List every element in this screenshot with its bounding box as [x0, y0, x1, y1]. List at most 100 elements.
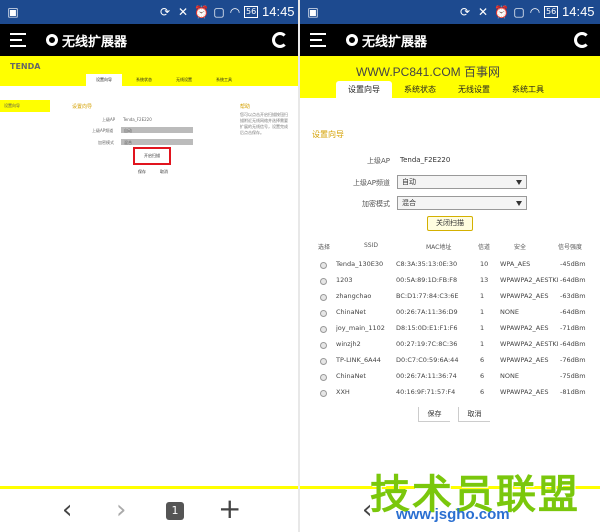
- row-radio[interactable]: [320, 310, 327, 317]
- tab-setup-wizard[interactable]: 设置向导: [336, 81, 392, 98]
- menu-icon[interactable]: [10, 33, 26, 47]
- cell-security: WPAWPA2_AES: [500, 324, 549, 332]
- cell-mac: D8:15:0D:E1:F1:F6: [396, 324, 458, 332]
- cell-security: WPAWPA2_AESTKIP: [500, 340, 558, 348]
- save-button[interactable]: 保存: [418, 407, 450, 422]
- cell-ssid: zhangchao: [336, 292, 372, 300]
- app-logo-icon: [46, 34, 58, 46]
- plus-icon[interactable]: +: [218, 495, 241, 523]
- table-row[interactable]: ChinaNet 00:26:7A:11:36:74 6 NONE -75dBm: [314, 369, 594, 385]
- cell-mac: 00:5A:89:1D:FB:F8: [396, 276, 458, 284]
- cell-security: WPA_AES: [500, 260, 531, 268]
- cell-signal: -81dBm: [560, 388, 586, 396]
- save-button[interactable]: 保存: [138, 169, 146, 175]
- cell-mac: 00:26:7A:11:36:D9: [396, 308, 458, 316]
- cell-signal: -63dBm: [560, 292, 586, 300]
- cell-mac: C8:3A:35:13:0E:30: [396, 260, 458, 268]
- tab-wireless-settings[interactable]: 无线设置: [448, 81, 500, 98]
- app-bar: 无线扩展器: [300, 24, 600, 56]
- table-row[interactable]: XXH 40:16:9F:71:57:F4 6 WPAWPA2_AES -81d…: [314, 385, 594, 401]
- cell-signal: -75dBm: [560, 372, 586, 380]
- app-title: 无线扩展器: [362, 35, 428, 50]
- row-radio[interactable]: [320, 262, 327, 269]
- chevron-down-icon: [516, 201, 522, 206]
- tab-setup-wizard[interactable]: 设置向导: [86, 74, 122, 86]
- image-icon: ▣: [7, 5, 19, 19]
- table-row[interactable]: joy_main_1102 D8:15:0D:E1:F1:F6 1 WPAWPA…: [314, 321, 594, 337]
- channel-select[interactable]: 自动: [121, 127, 193, 133]
- cell-ssid: joy_main_1102: [336, 324, 385, 332]
- tab-system-status[interactable]: 系统状态: [394, 81, 446, 98]
- refresh-icon[interactable]: [574, 32, 590, 48]
- cell-security: WPAWPA2_AES: [500, 388, 549, 396]
- network-badge: 56: [544, 6, 559, 18]
- sidebar-item-setup-wizard[interactable]: 设置向导: [0, 100, 50, 112]
- encryption-select-value: 混合: [402, 199, 416, 207]
- encryption-select[interactable]: 混合: [121, 139, 193, 145]
- sync-icon: ⟳: [159, 5, 171, 19]
- row-radio[interactable]: [320, 390, 327, 397]
- forward-chevron-icon[interactable]: ›: [116, 497, 126, 523]
- tab-wireless-settings[interactable]: 无线设置: [166, 74, 202, 86]
- cell-mac: 00:26:7A:11:36:74: [396, 372, 457, 380]
- back-chevron-icon[interactable]: ‹: [62, 497, 72, 523]
- cell-ssid: ChinaNet: [336, 308, 366, 316]
- close-scan-button[interactable]: 关闭扫描: [427, 216, 473, 231]
- status-bar: ▣ ⟳ ✕ ⏰ ▢ ◠ 56 14:45: [300, 0, 600, 24]
- cell-ssid: winzjh2: [336, 340, 361, 348]
- table-row[interactable]: 1203 00:5A:89:1D:FB:F8 13 WPAWPA2_AESTKI…: [314, 273, 594, 289]
- channel-select[interactable]: 自动: [397, 175, 527, 189]
- row-radio[interactable]: [320, 326, 327, 333]
- refresh-icon[interactable]: [272, 32, 288, 48]
- tab-system-tools[interactable]: 系统工具: [502, 81, 554, 98]
- left-screenshot: ▣ ⟳ ✕ ⏰ ▢ ◠ 56 14:45 无线扩展器 TENDA 设置向导 系统…: [0, 0, 298, 532]
- cell-security: WPAWPA2_AES: [500, 292, 549, 300]
- cell-signal: -64dBm: [560, 340, 586, 348]
- clipboard-icon: ▢: [513, 5, 525, 19]
- column-header-mac: MAC地址: [426, 244, 452, 251]
- cell-channel: 1: [480, 324, 485, 332]
- cell-mac: D0:C7:C0:59:6A:44: [396, 356, 459, 364]
- watermark-url: www.jsgho.com: [396, 506, 510, 523]
- network-badge: 56: [244, 6, 259, 18]
- wifi-icon: ◠: [229, 5, 241, 19]
- cell-signal: -76dBm: [560, 356, 586, 364]
- field-value-ap: Tenda_F2E220: [400, 156, 451, 164]
- field-label-channel: 上级AP频道: [352, 179, 390, 187]
- status-bar: ▣ ⟳ ✕ ⏰ ▢ ◠ 56 14:45: [0, 0, 298, 24]
- scan-button[interactable]: 开启扫描: [144, 153, 160, 159]
- table-row[interactable]: winzjh2 00:27:19:7C:8C:36 1 WPAWPA2_AEST…: [314, 337, 594, 353]
- field-value-ap: Tenda_F2E220: [123, 117, 152, 122]
- chevron-down-icon: [516, 180, 522, 185]
- cell-channel: 13: [480, 276, 489, 284]
- cancel-button[interactable]: 取消: [160, 169, 168, 175]
- cell-mac: 40:16:9F:71:57:F4: [396, 388, 456, 396]
- cancel-button[interactable]: 取消: [458, 407, 490, 422]
- row-radio[interactable]: [320, 278, 327, 285]
- row-radio[interactable]: [320, 294, 327, 301]
- cell-ssid: ChinaNet: [336, 372, 366, 380]
- cell-signal: -45dBm: [560, 260, 586, 268]
- right-screenshot: ▣ ⟳ ✕ ⏰ ▢ ◠ 56 14:45 无线扩展器 WWW.PC841.COM…: [300, 0, 600, 532]
- row-radio[interactable]: [320, 374, 327, 381]
- field-label-encryption: 加密模式: [362, 200, 390, 208]
- app-title: 无线扩展器: [62, 35, 128, 50]
- cell-ssid: XXH: [336, 388, 350, 396]
- table-row[interactable]: Tenda_130E30 C8:3A:35:13:0E:30 10 WPA_AE…: [314, 257, 594, 273]
- tab-system-tools[interactable]: 系统工具: [206, 74, 242, 86]
- site-url-text: WWW.PC841.COM 百事网: [356, 65, 501, 79]
- tab-count-button[interactable]: 1: [166, 502, 184, 520]
- brand-logo: TENDA: [10, 62, 41, 71]
- tab-system-status[interactable]: 系统状态: [126, 74, 162, 86]
- encryption-select[interactable]: 混合: [397, 196, 527, 210]
- column-header-select: 选择: [318, 244, 331, 251]
- table-row[interactable]: TP-LINK_6A44 D0:C7:C0:59:6A:44 6 WPAWPA2…: [314, 353, 594, 369]
- cell-signal: -64dBm: [560, 276, 586, 284]
- row-radio[interactable]: [320, 342, 327, 349]
- table-row[interactable]: ChinaNet 00:26:7A:11:36:D9 1 NONE -64dBm: [314, 305, 594, 321]
- table-row[interactable]: zhangchao BC:D1:77:84:C3:6E 1 WPAWPA2_AE…: [314, 289, 594, 305]
- app-bar: 无线扩展器: [0, 24, 298, 56]
- menu-icon[interactable]: [310, 33, 326, 47]
- row-radio[interactable]: [320, 358, 327, 365]
- field-label-encryption: 加密模式: [98, 140, 114, 145]
